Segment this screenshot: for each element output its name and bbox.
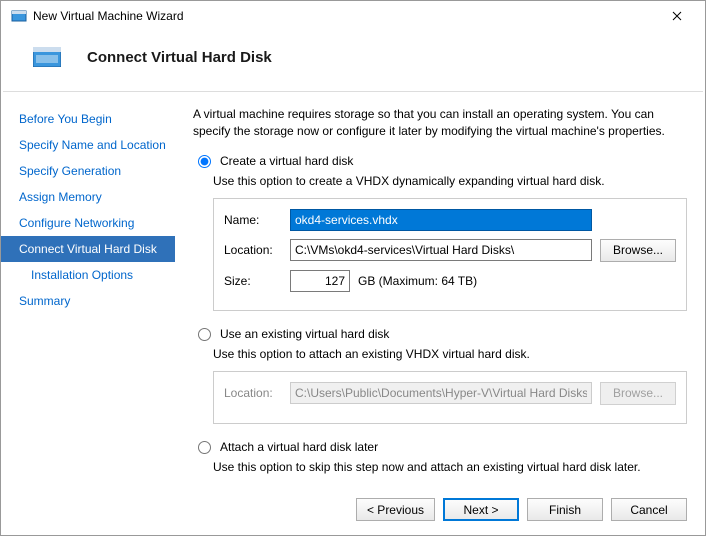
group-existing-vhd: Location: Browse... — [213, 371, 687, 424]
step-installation-options[interactable]: Installation Options — [1, 262, 175, 288]
hard-disk-icon — [27, 45, 67, 69]
option-attach-later[interactable]: Attach a virtual hard disk later — [193, 440, 687, 454]
finish-button[interactable]: Finish — [527, 498, 603, 521]
step-configure-networking[interactable]: Configure Networking — [1, 210, 175, 236]
wizard-window: New Virtual Machine Wizard Connect Virtu… — [0, 0, 706, 536]
option-existing-vhd[interactable]: Use an existing virtual hard disk — [193, 327, 687, 341]
step-assign-memory[interactable]: Assign Memory — [1, 184, 175, 210]
step-before-you-begin[interactable]: Before You Begin — [1, 106, 175, 132]
radio-create-vhd[interactable] — [198, 155, 211, 168]
size-label: Size: — [224, 274, 282, 288]
titlebar: New Virtual Machine Wizard — [1, 1, 705, 31]
name-label: Name: — [224, 213, 282, 227]
label-existing-vhd: Use an existing virtual hard disk — [220, 327, 389, 341]
label-create-vhd: Create a virtual hard disk — [220, 154, 353, 168]
browse-button[interactable]: Browse... — [600, 239, 676, 262]
close-icon — [672, 11, 682, 21]
previous-button[interactable]: < Previous — [356, 498, 435, 521]
window-title: New Virtual Machine Wizard — [33, 9, 657, 23]
size-unit: GB (Maximum: 64 TB) — [358, 274, 477, 288]
wizard-footer: < Previous Next > Finish Cancel — [1, 488, 705, 535]
step-connect-vhd[interactable]: Connect Virtual Hard Disk — [1, 236, 175, 262]
size-input[interactable] — [290, 270, 350, 292]
cancel-button[interactable]: Cancel — [611, 498, 687, 521]
radio-attach-later[interactable] — [198, 441, 211, 454]
group-create-vhd: Name: Location: Browse... Size: GB (Maxi… — [213, 198, 687, 311]
label-attach-later: Attach a virtual hard disk later — [220, 440, 378, 454]
wizard-header: Connect Virtual Hard Disk — [1, 31, 705, 91]
step-specify-generation[interactable]: Specify Generation — [1, 158, 175, 184]
wizard-body: Before You Begin Specify Name and Locati… — [1, 92, 705, 488]
option-create-vhd[interactable]: Create a virtual hard disk — [193, 154, 687, 168]
app-icon — [11, 8, 27, 24]
step-summary[interactable]: Summary — [1, 288, 175, 314]
page-title: Connect Virtual Hard Disk — [87, 49, 272, 66]
location-label: Location: — [224, 243, 282, 257]
page-description: A virtual machine requires storage so th… — [193, 106, 687, 140]
step-sidebar: Before You Begin Specify Name and Locati… — [1, 92, 175, 488]
existing-location-label: Location: — [224, 386, 282, 400]
location-input[interactable] — [290, 239, 592, 261]
existing-location-input — [290, 382, 592, 404]
desc-create-vhd: Use this option to create a VHDX dynamic… — [213, 174, 687, 188]
existing-browse-button: Browse... — [600, 382, 676, 405]
desc-attach-later: Use this option to skip this step now an… — [213, 460, 687, 474]
wizard-content: A virtual machine requires storage so th… — [175, 92, 705, 488]
name-input[interactable] — [290, 209, 592, 231]
radio-existing-vhd[interactable] — [198, 328, 211, 341]
step-specify-name[interactable]: Specify Name and Location — [1, 132, 175, 158]
close-button[interactable] — [657, 2, 697, 30]
desc-existing-vhd: Use this option to attach an existing VH… — [213, 347, 687, 361]
next-button[interactable]: Next > — [443, 498, 519, 521]
